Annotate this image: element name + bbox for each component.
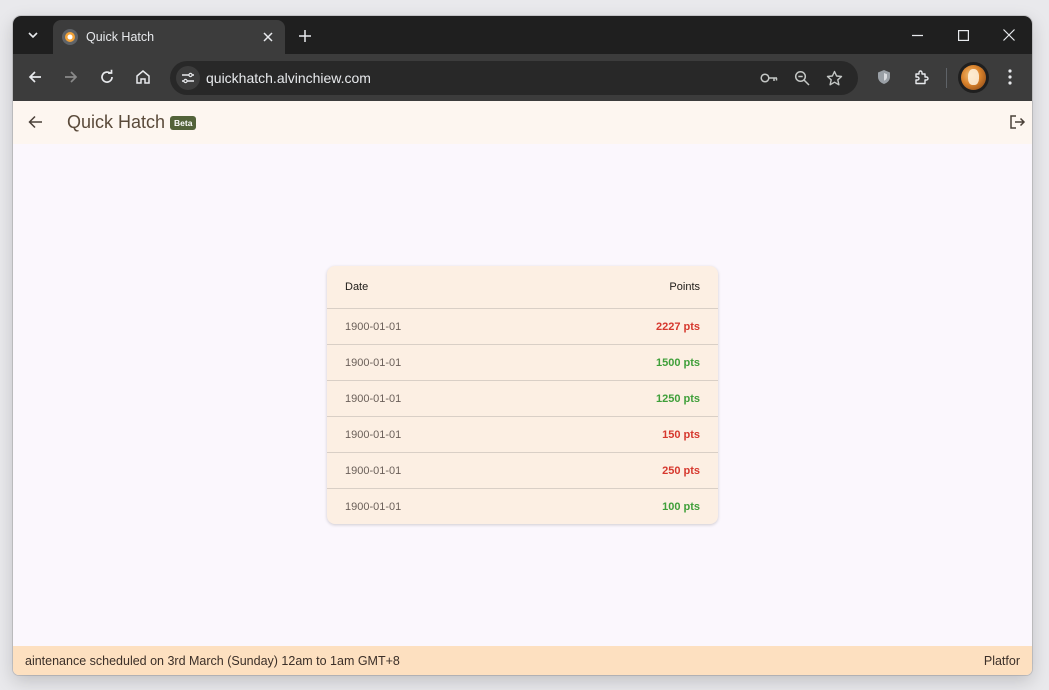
row-points: 1250 pts [655,392,700,405]
row-date: 1900-01-01 [345,464,402,477]
more-vert-icon [1008,69,1012,85]
bookmark-star-icon[interactable] [824,68,844,88]
points-column-header: Points [669,281,700,293]
zoom-icon[interactable] [792,68,812,88]
browser-toolbar: quickhatch.alvinchiew.com [13,54,1032,101]
tab-title: Quick Hatch [86,30,155,44]
logout-button[interactable] [1006,111,1028,133]
table-row: 1900-01-01 1250 pts [327,380,718,416]
address-bar[interactable]: quickhatch.alvinchiew.com [170,61,858,95]
tab-search-button[interactable] [22,24,44,46]
reload-icon [101,69,113,83]
table-row: 1900-01-01 1500 pts [327,344,718,380]
close-icon [1003,29,1015,41]
browser-window: Quick Hatch quickhatch.alvinchiew.com Qu… [13,16,1032,675]
minimize-icon [911,34,923,36]
tab-strip: Quick Hatch [13,16,1032,54]
profile-avatar[interactable] [961,65,986,90]
row-date: 1900-01-01 [345,320,402,333]
arrow-left-icon [28,71,41,83]
browser-menu-button[interactable] [997,64,1023,90]
password-key-icon[interactable] [759,68,779,88]
banner-right-text: Platfor [983,654,1020,668]
maximize-icon [957,29,969,41]
chevron-down-icon [28,32,38,39]
table-row: 1900-01-01 100 pts [327,488,718,524]
table-row: 1900-01-01 250 pts [327,452,718,488]
table-header: Date Points [327,266,718,308]
reload-button[interactable] [94,64,120,90]
maximize-button[interactable] [948,22,978,48]
app-bar: Quick Hatch Beta [13,101,1032,144]
page-title: Quick Hatch [67,112,166,132]
toolbar-separator [946,68,947,88]
new-tab-button[interactable] [294,25,316,47]
row-date: 1900-01-01 [345,500,402,513]
row-points: 150 pts [662,428,700,441]
site-info-button[interactable] [176,66,200,90]
arrow-right-icon [65,71,78,83]
url-text: quickhatch.alvinchiew.com [206,70,371,86]
shield-icon [878,70,890,84]
beta-badge: Beta [170,116,197,130]
banner-text: aintenance scheduled on 3rd March (Sunda… [25,654,400,668]
arrow-left-icon [27,115,42,129]
close-window-button[interactable] [994,22,1024,48]
tab-close-icon[interactable] [259,28,277,46]
maintenance-banner: aintenance scheduled on 3rd March (Sunda… [13,646,1032,675]
minimize-button[interactable] [902,22,932,48]
tune-icon [182,72,194,84]
app-back-button[interactable] [24,111,46,133]
home-button[interactable] [130,64,156,90]
row-points: 1500 pts [655,356,700,369]
points-table: Date Points 1900-01-01 2227 pts 1900-01-01… [327,266,718,524]
row-points: 250 pts [662,464,700,477]
logout-icon [1009,115,1025,129]
row-date: 1900-01-01 [345,428,402,441]
table-row: 1900-01-01 2227 pts [327,308,718,344]
row-date: 1900-01-01 [345,392,402,405]
main-content: Date Points 1900-01-01 2227 pts 1900-01-01… [13,144,1032,646]
extension-shield-button[interactable] [871,64,897,90]
row-date: 1900-01-01 [345,356,402,369]
browser-tab[interactable]: Quick Hatch [53,20,285,54]
home-icon [136,70,150,84]
row-points: 100 pts [662,500,700,513]
puzzle-icon [914,69,929,84]
extensions-button[interactable] [908,64,934,90]
row-points: 2227 pts [655,320,700,333]
forward-button[interactable] [58,64,84,90]
table-row: 1900-01-01 150 pts [327,416,718,452]
date-column-header: Date [345,281,369,293]
favicon-icon [62,29,78,45]
plus-icon [299,30,311,42]
back-button[interactable] [22,64,48,90]
